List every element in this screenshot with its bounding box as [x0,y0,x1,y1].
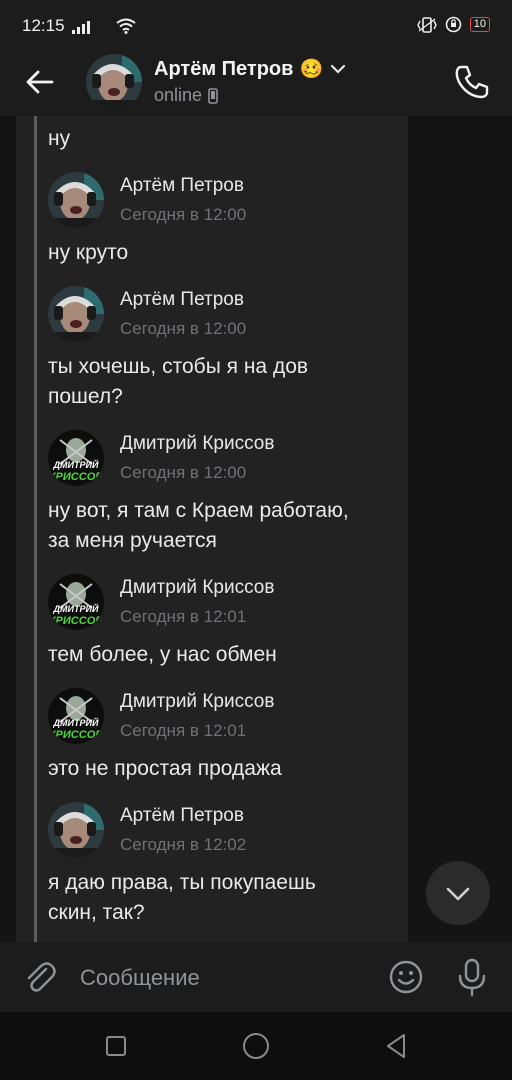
author-name[interactable]: Дмитрий Криссов [120,433,274,455]
svg-text:КРИССОВ: КРИССОВ [49,471,103,483]
message-author: ДМИТРИЙ КРИССОВ Дмитрий Криссов Сегодня в 1… [48,688,408,746]
author-avatar[interactable] [48,172,104,228]
signal-icon [72,21,90,34]
chat-title-text: Артём Петров [154,57,294,80]
circle-icon [243,1033,269,1059]
user-photo-icon [48,286,104,342]
home-button[interactable] [240,1030,272,1062]
avatar-photo-icon [86,54,142,110]
chat-status: online [154,85,218,106]
author-name[interactable]: Артём Петров [120,805,244,827]
smile-icon [389,960,423,994]
author-avatar[interactable] [48,802,104,858]
message-timestamp: Сегодня в 12:00 [120,205,247,224]
arrow-left-icon [26,70,54,94]
message-composer [0,942,512,1012]
message-text[interactable]: ну [48,124,408,154]
message-text[interactable]: ну круто [48,238,408,268]
status-right-icons: 10 [416,16,490,33]
author-avatar[interactable]: ДМИТРИЙ КРИССОВ [48,574,104,630]
svg-text:ДМИТРИЙ: ДМИТРИЙ [53,459,99,470]
emoji-button[interactable] [388,959,424,995]
author-avatar[interactable]: ДМИТРИЙ КРИССОВ [48,688,104,744]
message-history[interactable]: ну Артём Петров Сегодня в 12:00 ну круто Арт… [0,116,512,942]
square-icon [106,1036,126,1056]
scroll-down-button[interactable] [426,861,490,925]
paperclip-icon [27,962,56,992]
nav-back-button[interactable] [380,1030,412,1062]
message-author: ДМИТРИЙ КРИССОВ Дмитрий Криссов Сегодня в 1… [48,574,408,632]
author-avatar[interactable]: ДМИТРИЙ КРИССОВ [48,430,104,486]
message-timestamp: Сегодня в 12:01 [120,721,247,740]
status-bar: 12:15 10 [0,0,512,50]
chat-avatar[interactable] [86,54,142,110]
status-time: 12:15 [22,16,65,35]
author-name[interactable]: Дмитрий Криссов [120,691,274,713]
mobile-device-icon [208,87,218,104]
forwarded-messages-block: ну Артём Петров Сегодня в 12:00 ну круто Арт… [16,116,408,942]
user-photo-icon [48,802,104,858]
logo-avatar-icon: ДМИТРИЙКРИССОВ [48,688,104,744]
attach-button[interactable] [22,959,58,995]
message-text[interactable]: ты хочешь, стобы я на дов пошел? [48,352,408,412]
message-timestamp: Сегодня в 12:01 [120,607,247,626]
battery-indicator: 10 [469,17,490,32]
message-author: Артём Петров Сегодня в 12:00 [48,172,408,230]
logo-avatar-icon: ДМИТРИЙКРИССОВ [48,430,104,486]
woozy-face-emoji: 🥴 [299,59,324,80]
logo-avatar-icon: ДМИТРИЙКРИССОВ [48,574,104,630]
author-name[interactable]: Артём Петров [120,175,244,197]
message-input[interactable] [80,960,370,996]
svg-text:КРИССОВ: КРИССОВ [49,615,103,627]
user-photo-icon [48,172,104,228]
vibrate-icon [416,16,437,33]
voice-message-button[interactable] [454,957,490,997]
svg-text:ДМИТРИЙ: ДМИТРИЙ [53,717,99,728]
chevron-down-icon [446,887,470,901]
system-navigation-bar [0,1012,512,1080]
triangle-back-icon [387,1034,405,1058]
status-signal-icons [72,18,136,34]
author-name[interactable]: Артём Петров [120,289,244,311]
chat-header: Артём Петров 🥴 online [0,50,512,116]
svg-text:КРИССОВ: КРИССОВ [49,729,103,741]
phone-icon [455,65,489,99]
author-avatar[interactable] [48,286,104,342]
message-timestamp: Сегодня в 12:00 [120,319,247,338]
wifi-icon [116,18,136,34]
message-text[interactable]: я даю права, ты покупаешь скин, так? [48,868,408,928]
microphone-icon [458,958,486,997]
message-text[interactable]: ну вот, я там с Краем работаю, за меня ру… [48,496,408,556]
chat-title[interactable]: Артём Петров 🥴 [154,57,347,81]
quote-line [34,116,37,942]
message-timestamp: Сегодня в 12:00 [120,463,247,482]
recent-apps-button[interactable] [100,1030,132,1062]
call-button[interactable] [452,62,492,102]
message-text[interactable]: это не простая продажа [48,754,408,784]
chevron-down-icon [331,64,346,74]
message-text[interactable]: тем более, у нас обмен [48,640,408,670]
message-author: Артём Петров Сегодня в 12:02 [48,802,408,860]
message-author: ДМИТРИЙ КРИССОВ Дмитрий Криссов Сегодня в 1… [48,430,408,488]
message-author: Артём Петров Сегодня в 12:00 [48,286,408,344]
online-status-text: online [154,85,203,105]
svg-text:ДМИТРИЙ: ДМИТРИЙ [53,603,99,614]
author-name[interactable]: Дмитрий Криссов [120,577,274,599]
back-button[interactable] [22,64,58,100]
alarm-icon [445,16,462,33]
message-timestamp: Сегодня в 12:02 [120,835,247,854]
